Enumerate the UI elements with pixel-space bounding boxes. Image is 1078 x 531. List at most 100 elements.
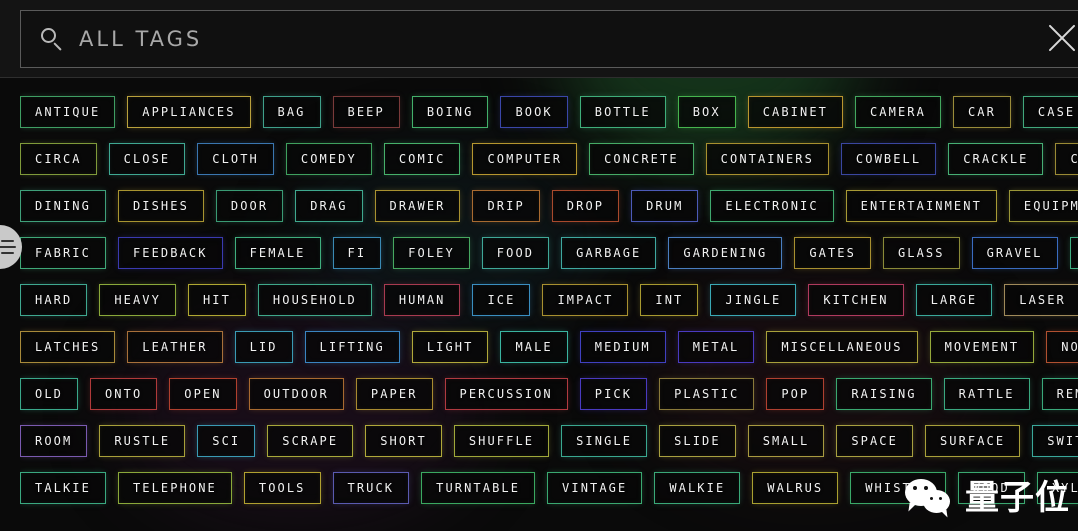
tag-pill-rattle[interactable]: RATTLE — [943, 377, 1030, 410]
tag-pill-heavy[interactable]: HEAVY — [99, 283, 176, 316]
tag-pill-noisemakers[interactable]: NOISEMAKERS — [1046, 330, 1078, 363]
tag-pill-switch[interactable]: SWITCH — [1032, 424, 1078, 457]
tag-pill-drag[interactable]: DRAG — [295, 189, 363, 222]
tag-pill-ice[interactable]: ICE — [472, 283, 531, 316]
tag-pill-appliances[interactable]: APPLIANCES — [127, 95, 251, 128]
tag-pill-int[interactable]: INT — [640, 283, 699, 316]
tag-pill-entertainment[interactable]: ENTERTAINMENT — [845, 189, 997, 222]
tag-pill-scrape[interactable]: SCRAPE — [267, 424, 354, 457]
tag-pill-fabric[interactable]: FABRIC — [20, 236, 106, 269]
tag-pill-hit[interactable]: HIT — [187, 283, 246, 316]
tag-pill-garbage[interactable]: GARBAGE — [561, 236, 657, 269]
tag-pill-talkie[interactable]: TALKIE — [20, 471, 106, 504]
tag-pill-gates[interactable]: GATES — [794, 236, 871, 269]
tag-pill-surface[interactable]: SURFACE — [924, 424, 1021, 457]
tag-pill-paper[interactable]: PAPER — [355, 377, 433, 410]
tag-pill-gardening[interactable]: GARDENING — [668, 236, 783, 269]
tag-pill-walrus[interactable]: WALRUS — [752, 471, 839, 504]
tag-pill-tools[interactable]: TOOLS — [243, 471, 321, 504]
tag-pill-drum[interactable]: DRUM — [631, 189, 699, 222]
tag-pill-drawer[interactable]: DRAWER — [374, 189, 461, 222]
tag-pill-shuffle[interactable]: SHUFFLE — [453, 424, 550, 457]
tag-pill-door[interactable]: DOOR — [215, 189, 284, 222]
tag-pill-cloth[interactable]: CLOTH — [197, 142, 274, 175]
tag-pill-impact[interactable]: IMPACT — [542, 283, 629, 316]
search-input[interactable] — [79, 27, 1078, 51]
tag-pill-metal[interactable]: METAL — [677, 330, 755, 363]
tag-pill-jingle[interactable]: JINGLE — [710, 283, 797, 316]
tag-pill-movement[interactable]: MOVEMENT — [929, 330, 1035, 363]
tag-pill-boing[interactable]: BOING — [411, 95, 489, 128]
tag-pill-remove[interactable]: REMOVE — [1041, 377, 1078, 410]
tag-pill-male[interactable]: MALE — [500, 330, 568, 363]
tag-pill-turntable[interactable]: TURNTABLE — [421, 471, 536, 504]
search-bar[interactable] — [20, 10, 1078, 68]
tag-pill-slide[interactable]: SLIDE — [659, 424, 736, 457]
tag-pill-computer[interactable]: COMPUTER — [472, 142, 578, 175]
tag-pill-human[interactable]: HUMAN — [383, 283, 461, 316]
tag-pill-room[interactable]: ROOM — [20, 424, 88, 457]
close-icon[interactable] — [1040, 16, 1078, 60]
tag-pill-lifting[interactable]: LIFTING — [304, 330, 400, 363]
tag-pill-leather[interactable]: LEATHER — [127, 330, 223, 363]
tag-pill-truck[interactable]: TRUCK — [332, 471, 410, 504]
tag-pill-feedback[interactable]: FEEDBACK — [117, 236, 223, 269]
tag-pill-crashes[interactable]: CRASHES — [1055, 142, 1078, 175]
tag-pill-vintage[interactable]: VINTAGE — [547, 471, 643, 504]
tag-pill-lid[interactable]: LID — [234, 330, 293, 363]
tag-pill-glass[interactable]: GLASS — [882, 236, 960, 269]
tag-pill-xylophone[interactable]: XYLOPHONE — [1036, 471, 1078, 504]
tag-pill-concrete[interactable]: CONCRETE — [589, 142, 694, 175]
tag-pill-gravel[interactable]: GRAVEL — [971, 236, 1058, 269]
tag-pill-latches[interactable]: LATCHES — [20, 330, 116, 363]
tag-pill-kitchen[interactable]: KITCHEN — [808, 283, 904, 316]
tag-pill-female[interactable]: FEMALE — [234, 236, 321, 269]
tag-pill-fi[interactable]: FI — [332, 236, 382, 269]
tag-pill-old[interactable]: OLD — [20, 377, 78, 410]
tag-pill-hand[interactable]: HAND — [1069, 236, 1078, 269]
tag-pill-crackle[interactable]: CRACKLE — [948, 142, 1044, 175]
tag-pill-pop[interactable]: POP — [766, 377, 825, 410]
tag-pill-food[interactable]: FOOD — [481, 236, 550, 269]
tag-pill-laser[interactable]: LASER — [1004, 283, 1078, 316]
tag-pill-case[interactable]: CASE — [1022, 95, 1078, 128]
tag-pill-comedy[interactable]: COMEDY — [285, 142, 372, 175]
tag-pill-sci[interactable]: SCI — [197, 424, 256, 457]
tag-pill-open[interactable]: OPEN — [169, 377, 237, 410]
tag-pill-pick[interactable]: PICK — [579, 377, 648, 410]
tag-pill-circa[interactable]: CIRCA — [20, 142, 97, 175]
tag-pill-beep[interactable]: BEEP — [332, 95, 400, 128]
tag-pill-short[interactable]: SHORT — [365, 424, 442, 457]
tag-pill-telephone[interactable]: TELEPHONE — [117, 471, 232, 504]
tag-pill-box[interactable]: BOX — [677, 95, 736, 128]
tag-pill-space[interactable]: SPACE — [836, 424, 913, 457]
tag-pill-small[interactable]: SMALL — [747, 424, 825, 457]
tag-pill-containers[interactable]: CONTAINERS — [705, 142, 829, 175]
tag-pill-comic[interactable]: COMIC — [383, 142, 461, 175]
tag-pill-drip[interactable]: DRIP — [472, 189, 540, 222]
tag-pill-large[interactable]: LARGE — [915, 283, 993, 316]
tag-pill-outdoor[interactable]: OUTDOOR — [248, 377, 344, 410]
tag-pill-cowbell[interactable]: COWBELL — [840, 142, 937, 175]
tag-pill-dishes[interactable]: DISHES — [117, 189, 204, 222]
tag-pill-raising[interactable]: RAISING — [836, 377, 932, 410]
tag-pill-household[interactable]: HOUSEHOLD — [257, 283, 372, 316]
tag-pill-percussion[interactable]: PERCUSSION — [444, 377, 568, 410]
tag-pill-close[interactable]: CLOSE — [108, 142, 186, 175]
tag-pill-bottle[interactable]: BOTTLE — [579, 95, 666, 128]
tag-pill-electronic[interactable]: ELECTRONIC — [710, 189, 834, 222]
tag-pill-antique[interactable]: ANTIQUE — [20, 95, 116, 128]
tag-pill-light[interactable]: LIGHT — [411, 330, 489, 363]
tag-pill-plastic[interactable]: PLASTIC — [659, 377, 755, 410]
tag-pill-onto[interactable]: ONTO — [89, 377, 158, 410]
tag-pill-book[interactable]: BOOK — [500, 95, 568, 128]
tag-pill-dining[interactable]: DINING — [20, 189, 106, 222]
tag-pill-cabinet[interactable]: CABINET — [747, 95, 843, 128]
tag-pill-medium[interactable]: MEDIUM — [579, 330, 666, 363]
tag-pill-foley[interactable]: FOLEY — [393, 236, 470, 269]
tag-pill-wood[interactable]: WOOD — [957, 471, 1025, 504]
tag-pill-drop[interactable]: DROP — [551, 189, 620, 222]
tag-pill-equipment[interactable]: EQUIPMENT — [1008, 189, 1078, 222]
tag-pill-single[interactable]: SINGLE — [561, 424, 648, 457]
tag-pill-hard[interactable]: HARD — [20, 283, 88, 316]
